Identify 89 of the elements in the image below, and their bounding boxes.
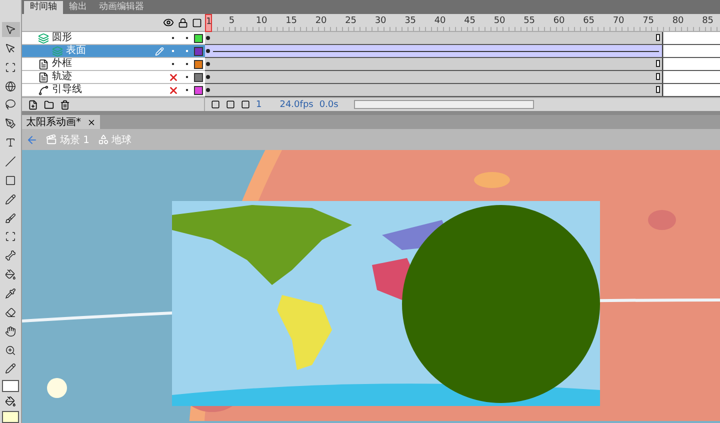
end-frame-marker: [656, 34, 660, 41]
frame-number: 25: [345, 16, 357, 26]
small-planet: [47, 378, 67, 398]
frame-number: 20: [315, 16, 327, 26]
frame-number: 10: [256, 16, 268, 26]
layer-row[interactable]: 外框: [22, 58, 205, 71]
fill-color-swatch[interactable]: [2, 411, 19, 423]
paint-bucket-icon: [5, 269, 16, 280]
eraser-icon: [5, 306, 16, 318]
transform-tool-icon: [5, 62, 16, 73]
new-layer-icon[interactable]: [28, 100, 38, 110]
eye-icon: [163, 17, 174, 28]
guide-layer-icon: [38, 84, 49, 96]
keyframe-dot: [206, 62, 210, 66]
onion-skin-icon[interactable]: [211, 100, 220, 109]
end-frame-marker: [656, 60, 660, 67]
frame-number: 5: [228, 16, 235, 26]
panel-tab[interactable]: 动画编辑器: [93, 1, 150, 14]
lasso-tool-icon: [5, 99, 16, 110]
layer-row[interactable]: 圆形: [22, 32, 205, 45]
deco-tool-icon: [5, 231, 16, 242]
keyframe-dot: [206, 36, 210, 40]
panel-tab[interactable]: 输出: [63, 1, 93, 14]
hand-icon: [5, 326, 16, 337]
layer-name: 圆形: [52, 32, 73, 44]
text-tool-icon: [5, 137, 16, 148]
delete-icon[interactable]: [60, 100, 70, 110]
brush-tool-icon: [5, 212, 16, 224]
frame-number: 40: [434, 16, 446, 26]
frame-number: 60: [553, 16, 565, 26]
pen-tool-icon: [5, 118, 16, 130]
scrollbar[interactable]: [354, 100, 534, 109]
edit-frames-icon[interactable]: [241, 100, 250, 109]
close-icon[interactable]: [87, 118, 96, 126]
elapsed-time: 0.0s: [319, 100, 338, 110]
lock-icon: [178, 18, 188, 28]
frame-rate: 24.0fps: [280, 100, 314, 110]
frame-number: 30: [374, 16, 386, 26]
hidden-x-icon: [168, 84, 178, 96]
tool-button[interactable]: [2, 22, 20, 37]
selection-tool-icon: [5, 24, 16, 35]
keyframe-dot: [206, 49, 210, 53]
bone-tool-icon: [5, 250, 16, 262]
rectangle-tool-icon: [5, 174, 16, 186]
scene-icon: [46, 134, 57, 145]
mask-layer-icon: [38, 32, 49, 44]
keyframe-dot: [206, 88, 210, 92]
layer-row[interactable]: 轨迹: [22, 71, 205, 84]
end-frame-marker: [656, 73, 660, 80]
outline-icon: [192, 18, 202, 28]
layer-name: 表面: [66, 45, 87, 57]
frame-number: 70: [612, 16, 624, 26]
edit-pencil-icon: [154, 46, 164, 56]
playhead[interactable]: 1: [205, 14, 212, 32]
stroke-color-swatch[interactable]: [2, 380, 19, 392]
frame-number: 75: [642, 16, 654, 26]
layer-name: 引导线: [52, 84, 83, 96]
symbol-icon: [98, 134, 109, 145]
frame-number: 80: [672, 16, 684, 26]
stroke-color-icon: [5, 363, 16, 374]
layer-icon: [38, 58, 49, 70]
document-title: 太阳系动画*: [26, 116, 81, 129]
onion-outline-icon[interactable]: [226, 100, 235, 109]
layer-name: 外框: [52, 58, 73, 70]
subselection-tool-icon: [5, 42, 16, 54]
frame-number: 55: [524, 16, 536, 26]
zoom-icon: [5, 344, 16, 356]
frame-number: 45: [464, 16, 476, 26]
layer-row[interactable]: 引导线: [22, 84, 205, 97]
end-frame-marker: [656, 86, 660, 93]
masked-layer-icon: [52, 46, 63, 56]
frame-number: 65: [583, 16, 595, 26]
panel-tab[interactable]: 时间轴: [24, 1, 63, 14]
3d-rotation-tool-icon: [5, 80, 16, 92]
line-tool-icon: [5, 156, 16, 167]
layer-icon: [38, 72, 49, 82]
frame-number: 15: [286, 16, 298, 26]
eyedropper-icon: [5, 288, 16, 299]
fill-color-icon: [5, 396, 16, 408]
keyframe-dot: [206, 75, 210, 79]
frame-number: 35: [404, 16, 416, 26]
hidden-x-icon: [168, 72, 178, 82]
pencil-tool-icon: [5, 194, 16, 205]
frame-number: 50: [494, 16, 506, 26]
new-folder-icon[interactable]: [44, 100, 54, 110]
layer-name: 轨迹: [52, 71, 72, 83]
frame-number: 85: [702, 16, 714, 26]
document-tab[interactable]: 太阳系动画*: [22, 115, 100, 129]
current-frame: 1: [256, 100, 262, 110]
